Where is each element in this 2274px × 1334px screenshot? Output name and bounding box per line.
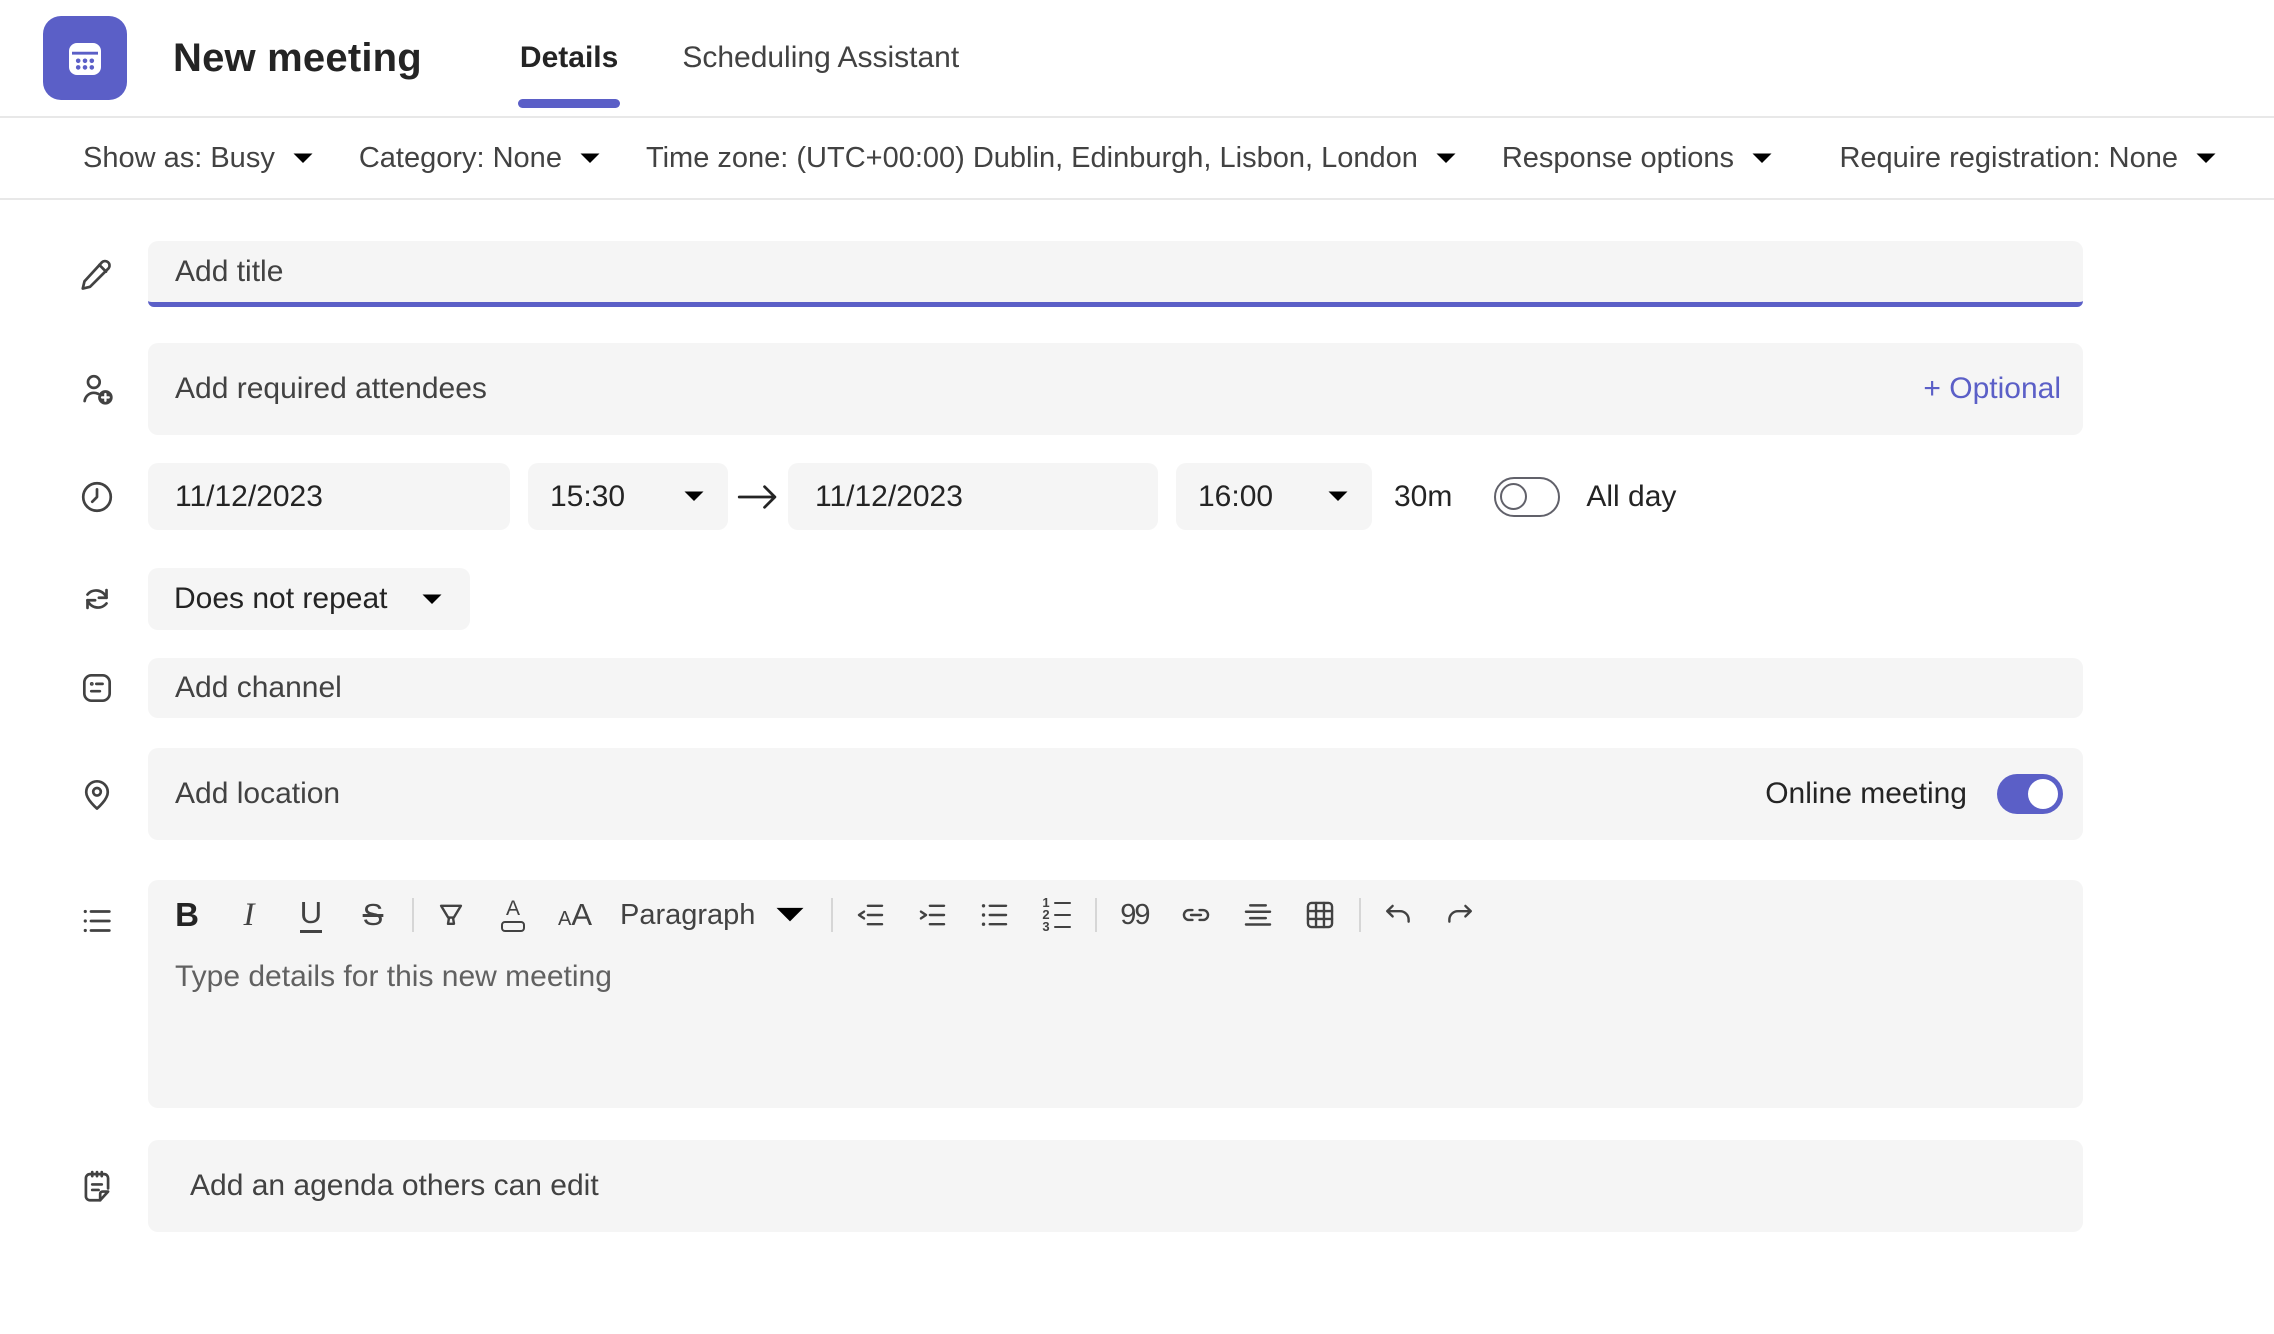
link-button[interactable] [1173, 892, 1219, 938]
calendar-app-icon [43, 16, 127, 100]
title-placeholder: Add title [148, 255, 283, 289]
chevron-down-icon [1326, 489, 1350, 504]
channel-placeholder: Add channel [148, 671, 342, 705]
online-meeting-label: Online meeting [1765, 777, 1967, 811]
toolbar-divider [831, 898, 833, 932]
person-add-icon [78, 370, 148, 408]
chevron-down-icon [2194, 151, 2218, 166]
bold-button[interactable]: B [164, 892, 210, 938]
arrow-right-icon [728, 482, 788, 512]
table-button[interactable] [1297, 892, 1343, 938]
attendees-placeholder: Add required attendees [148, 372, 487, 406]
add-optional-attendees-button[interactable]: + Optional [1923, 372, 2083, 406]
category-dropdown[interactable]: Category: None [359, 142, 602, 175]
location-input[interactable]: Add location Online meeting [148, 748, 2083, 840]
end-time-dropdown[interactable]: 16:00 [1176, 463, 1372, 530]
highlighter-button[interactable] [428, 892, 474, 938]
toggle-knob [2028, 779, 2058, 809]
underline-button[interactable]: U [288, 892, 334, 938]
meeting-options-bar: Show as: Busy Category: None Time zone: … [0, 118, 2274, 200]
bullet-list-button[interactable] [971, 892, 1017, 938]
tab-details[interactable]: Details [488, 0, 650, 116]
chevron-down-icon [682, 489, 706, 504]
response-options-dropdown[interactable]: Response options [1502, 142, 1774, 175]
font-size-button[interactable]: A A [552, 892, 598, 938]
chevron-down-icon [291, 151, 315, 166]
tab-bar: Details Scheduling Assistant [488, 0, 991, 116]
channel-input[interactable]: Add channel [148, 658, 2083, 718]
channel-icon [78, 669, 148, 707]
location-pin-icon [78, 775, 148, 813]
require-registration-dropdown[interactable]: Require registration: None [1839, 142, 2218, 175]
details-list-icon [78, 902, 148, 940]
chevron-down-icon [773, 898, 807, 932]
editor-toolbar: B I U S A A A [148, 880, 2083, 938]
agenda-row: Add an agenda others can edit [0, 1140, 2274, 1232]
font-color-button[interactable]: A [490, 892, 536, 938]
details-placeholder: Type details for this new meeting [148, 938, 2083, 994]
repeat-row: Does not repeat [0, 568, 2274, 630]
agenda-button[interactable]: Add an agenda others can edit [148, 1140, 2083, 1232]
page-title: New meeting [173, 36, 422, 81]
datetime-row: 11/12/2023 15:30 11/12/2023 16:00 30m Al… [0, 463, 2274, 530]
chevron-down-icon [1434, 151, 1458, 166]
meeting-details-editor[interactable]: B I U S A A A [148, 880, 2083, 1108]
location-row: Add location Online meeting [0, 748, 2274, 840]
pencil-icon [78, 255, 148, 293]
undo-button[interactable] [1375, 892, 1421, 938]
italic-button[interactable]: I [226, 892, 272, 938]
quote-button[interactable]: 99 [1111, 892, 1157, 938]
toolbar-divider [1095, 898, 1097, 932]
paragraph-style-dropdown[interactable]: Paragraph [614, 892, 813, 938]
start-date-input[interactable]: 11/12/2023 [148, 463, 510, 530]
online-meeting-control: Online meeting [1765, 774, 2083, 814]
outdent-button[interactable] [847, 892, 893, 938]
meeting-header: New meeting Details Scheduling Assistant [0, 0, 2274, 118]
required-attendees-input[interactable]: Add required attendees + Optional [148, 343, 2083, 435]
details-editor-row: B I U S A A A [0, 880, 2274, 1108]
toggle-knob [1500, 483, 1527, 510]
redo-button[interactable] [1437, 892, 1483, 938]
location-placeholder: Add location [148, 777, 340, 811]
chevron-down-icon [578, 151, 602, 166]
show-as-dropdown[interactable]: Show as: Busy [83, 142, 315, 175]
tab-scheduling-assistant[interactable]: Scheduling Assistant [650, 0, 991, 116]
toolbar-divider [1359, 898, 1361, 932]
title-input[interactable]: Add title [148, 241, 2083, 307]
end-date-input[interactable]: 11/12/2023 [788, 463, 1158, 530]
agenda-placeholder: Add an agenda others can edit [148, 1169, 599, 1203]
time-zone-dropdown[interactable]: Time zone: (UTC+00:00) Dublin, Edinburgh… [646, 142, 1458, 175]
channel-row: Add channel [0, 658, 2274, 718]
indent-button[interactable] [909, 892, 955, 938]
repeat-dropdown[interactable]: Does not repeat [148, 568, 470, 630]
chevron-down-icon [420, 592, 444, 607]
clock-icon [78, 478, 148, 516]
all-day-label: All day [1586, 480, 1676, 514]
chevron-down-icon [1750, 151, 1774, 166]
align-button[interactable] [1235, 892, 1281, 938]
repeat-icon [78, 580, 148, 618]
online-meeting-toggle[interactable] [1997, 774, 2063, 814]
toolbar-divider [412, 898, 414, 932]
all-day-toggle[interactable] [1494, 477, 1560, 517]
strikethrough-button[interactable]: S [350, 892, 396, 938]
attendees-row: Add required attendees + Optional [0, 343, 2274, 435]
start-time-dropdown[interactable]: 15:30 [528, 463, 728, 530]
duration-label: 30m [1394, 480, 1452, 514]
numbered-list-button[interactable]: 1 2 3 [1033, 892, 1079, 938]
title-row: Add title [0, 241, 2274, 307]
agenda-notepad-icon [78, 1167, 148, 1205]
